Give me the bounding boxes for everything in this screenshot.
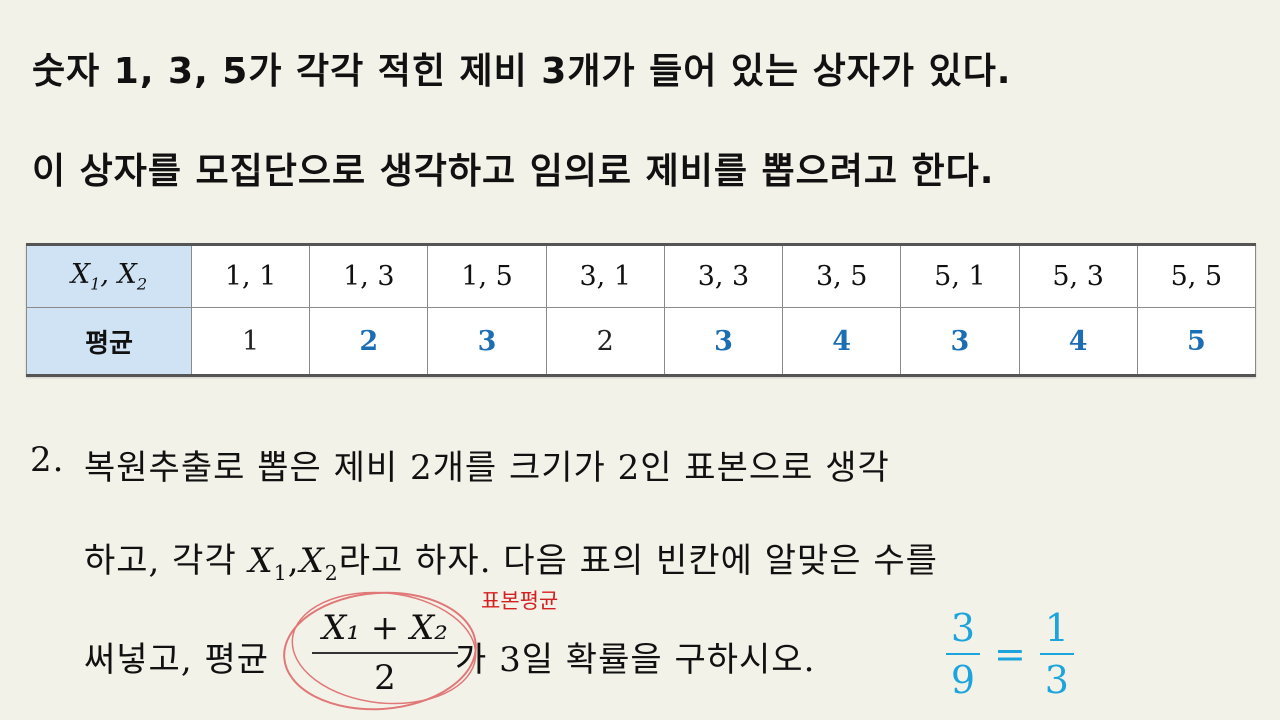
table-cell-pair: 5, 5 (1136, 242, 1257, 309)
question-number: 2. (30, 440, 65, 480)
table-cell-mean: 2 (545, 307, 665, 377)
table-cell-mean: 3 (900, 307, 1020, 377)
answer-fraction-2: 13 (1039, 606, 1074, 702)
table-cell-mean: 4 (1018, 307, 1138, 377)
table-cell-pair: 1, 1 (190, 242, 311, 309)
variable-x: X (248, 541, 274, 581)
question-line-3-end: 가 3일 확률을 구하시오. (455, 640, 816, 680)
question-line-3-start: 써넣고, 평균 (84, 640, 270, 680)
table-cell-pair: 1, 3 (309, 242, 429, 309)
table-cell-mean: 3 (663, 307, 784, 377)
table-cell-pair: 3, 1 (545, 242, 665, 309)
table-cell-pair: 3, 3 (663, 242, 784, 309)
table-cell-pair: 5, 1 (900, 242, 1020, 309)
table-cell-mean: 1 (190, 307, 311, 377)
answer-fraction-1: 39 (946, 606, 980, 702)
intro-line-1: 숫자 1, 3, 5가 각각 적힌 제비 3개가 들어 있는 상자가 있다. (32, 51, 1012, 92)
table-header-variables: X1, X2 (26, 242, 192, 309)
question-line-1: 복원추출로 뽑은 제비 2개를 크기가 2인 표본으로 생각 (84, 448, 890, 488)
table-cell-pair: 3, 5 (782, 242, 902, 309)
question-line-2: 하고, 각각 X1,X2라고 하자. 다음 표의 빈칸에 알맞은 수를 (84, 541, 938, 585)
table-cell-mean: 4 (782, 307, 902, 377)
intro-line-2: 이 상자를 모집단으로 생각하고 임의로 제비를 뽑으려고 한다. (32, 151, 995, 192)
table-cell-mean: 5 (1136, 307, 1257, 377)
table-cell-mean: 3 (427, 307, 547, 377)
handwritten-circle-annotation (283, 591, 477, 711)
pairs-table: X1, X2 1, 1 1, 3 1, 5 3, 1 3, 3 3, 5 5, … (26, 242, 1257, 377)
table-cell-pair: 1, 5 (427, 242, 547, 309)
table-cell-mean: 2 (309, 307, 429, 377)
table-cell-pair: 5, 3 (1018, 242, 1138, 309)
variable-x: X (299, 541, 325, 581)
annotation-sample-mean: 표본평균 (481, 589, 559, 613)
handwritten-answer: 3 9 = 1 3 (946, 606, 1074, 702)
table-header-mean: 평균 (26, 307, 192, 377)
